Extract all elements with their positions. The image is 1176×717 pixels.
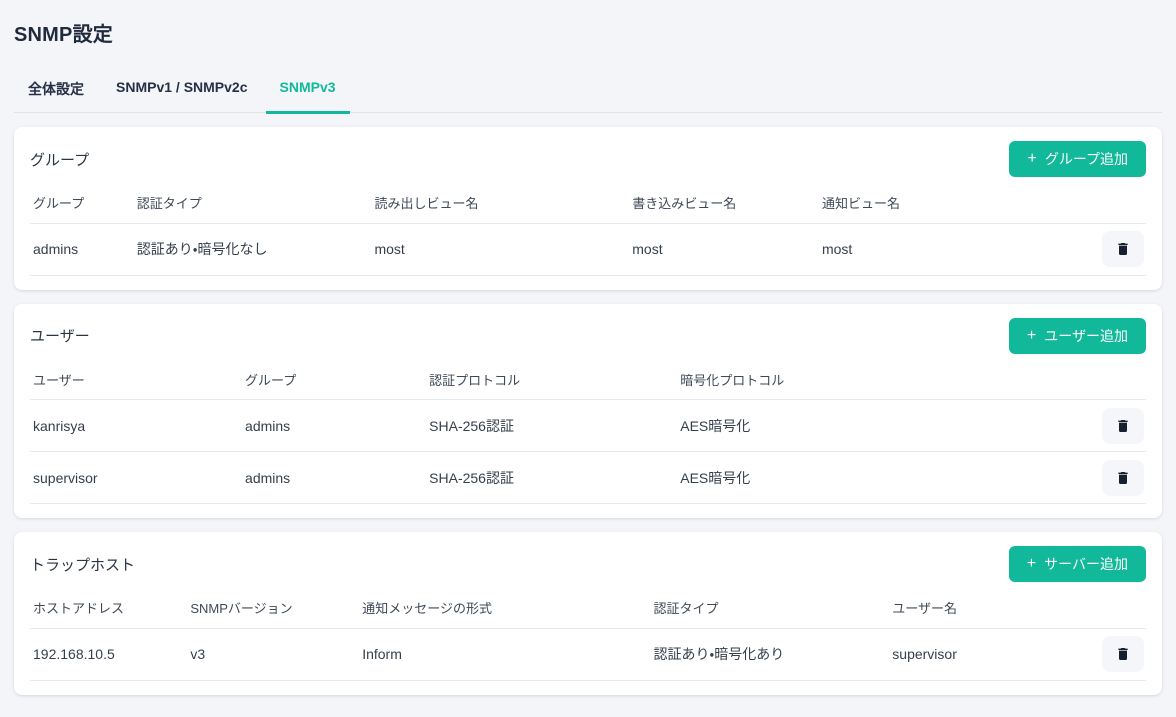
add-button-label: ユーザー追加 — [1044, 326, 1128, 346]
table-cell: SHA-256認証 — [426, 452, 677, 504]
column-header: 通知メッセージの形式 — [359, 588, 650, 628]
add-button-label: グループ追加 — [1045, 149, 1128, 169]
tab-bar: 全体設定SNMPv1 / SNMPv2cSNMPv3 — [14, 69, 1162, 113]
table-cell: AES暗号化 — [677, 452, 1090, 504]
column-header: SNMPバージョン — [187, 588, 359, 628]
action-cell — [1090, 628, 1146, 680]
column-header: 認証プロトコル — [426, 360, 677, 400]
column-header: ユーザー名 — [889, 588, 1090, 628]
table-cell: admins — [242, 400, 426, 452]
action-column-header — [1090, 588, 1146, 628]
table-header-row: グループ認証タイプ読み出しビュー名書き込みビュー名通知ビュー名 — [30, 183, 1146, 223]
column-header: 認証タイプ — [650, 588, 889, 628]
users-title: ユーザー — [30, 325, 90, 346]
action-cell — [1090, 400, 1146, 452]
column-header: ホストアドレス — [30, 588, 187, 628]
snmp-settings-page: SNMP設定 全体設定SNMPv1 / SNMPv2cSNMPv3 グループ+グ… — [0, 0, 1176, 717]
table-cell: 192.168.10.5 — [30, 628, 187, 680]
trap-hosts-table: ホストアドレスSNMPバージョン通知メッセージの形式認証タイプユーザー名192.… — [30, 588, 1146, 681]
users-table: ユーザーグループ認証プロトコル暗号化プロトコルkanrisyaadminsSHA… — [30, 360, 1146, 505]
action-cell — [1090, 223, 1146, 275]
table-cell: most — [629, 223, 819, 275]
trap-hosts-section: トラップホスト + サーバー追加ホストアドレスSNMPバージョン通知メッセージの形式… — [14, 532, 1162, 695]
column-header: グループ — [242, 360, 426, 400]
table-cell: AES暗号化 — [677, 400, 1090, 452]
table-row: kanrisyaadminsSHA-256認証AES暗号化 — [30, 400, 1146, 452]
plus-icon: + — [1027, 328, 1036, 344]
trash-icon — [1115, 240, 1131, 258]
action-cell — [1090, 452, 1146, 504]
card-head: グループ + グループ追加 — [30, 141, 1146, 177]
tab-snmpv1-snmpv2c[interactable]: SNMPv1 / SNMPv2c — [102, 69, 262, 114]
action-column-header — [1090, 183, 1146, 223]
table-cell: supervisor — [889, 628, 1090, 680]
delete-button[interactable] — [1102, 231, 1144, 267]
add-button-label: サーバー追加 — [1044, 554, 1128, 574]
card-head: ユーザー + ユーザー追加 — [30, 318, 1146, 354]
table-cell: 認証あり・暗号化なし — [134, 223, 372, 275]
table-cell: 認証あり・暗号化あり — [650, 628, 889, 680]
table-cell: admins — [242, 452, 426, 504]
cards-container: グループ+グループ追加グループ認証タイプ読み出しビュー名書き込みビュー名通知ビュ… — [14, 127, 1162, 695]
table-cell: SHA-256認証 — [426, 400, 677, 452]
groups-add-button[interactable]: + グループ追加 — [1009, 141, 1146, 177]
trap-hosts-add-button[interactable]: + サーバー追加 — [1009, 546, 1146, 582]
table-cell: supervisor — [30, 452, 242, 504]
table-row: supervisoradminsSHA-256認証AES暗号化 — [30, 452, 1146, 504]
trash-icon — [1115, 417, 1131, 435]
tab--[interactable]: 全体設定 — [14, 69, 98, 114]
plus-icon: + — [1027, 151, 1036, 167]
table-header-row: ユーザーグループ認証プロトコル暗号化プロトコル — [30, 360, 1146, 400]
users-add-button[interactable]: + ユーザー追加 — [1009, 318, 1146, 354]
trap-hosts-title: トラップホスト — [30, 554, 135, 575]
page-title: SNMP設定 — [14, 18, 1162, 47]
groups-table: グループ認証タイプ読み出しビュー名書き込みビュー名通知ビュー名admins認証あ… — [30, 183, 1146, 276]
table-row: 192.168.10.5v3Inform認証あり・暗号化ありsupervisor — [30, 628, 1146, 680]
users-section: ユーザー+ユーザー追加ユーザーグループ認証プロトコル暗号化プロトコルkanris… — [14, 304, 1162, 519]
plus-icon: + — [1027, 556, 1036, 572]
card-head: トラップホスト + サーバー追加 — [30, 546, 1146, 582]
groups-section: グループ+グループ追加グループ認証タイプ読み出しビュー名書き込みビュー名通知ビュ… — [14, 127, 1162, 290]
trash-icon — [1115, 469, 1131, 487]
column-header: 暗号化プロトコル — [677, 360, 1090, 400]
column-header: 認証タイプ — [134, 183, 372, 223]
table-row: admins認証あり・暗号化なしmostmostmost — [30, 223, 1146, 275]
tab-snmpv3[interactable]: SNMPv3 — [266, 69, 350, 114]
column-header: 読み出しビュー名 — [371, 183, 629, 223]
trash-icon — [1115, 645, 1131, 663]
column-header: グループ — [30, 183, 134, 223]
table-cell: admins — [30, 223, 134, 275]
action-column-header — [1090, 360, 1146, 400]
table-cell: Inform — [359, 628, 650, 680]
table-cell: v3 — [187, 628, 359, 680]
column-header: 書き込みビュー名 — [629, 183, 819, 223]
delete-button[interactable] — [1102, 408, 1144, 444]
column-header: ユーザー — [30, 360, 242, 400]
column-header: 通知ビュー名 — [819, 183, 1090, 223]
delete-button[interactable] — [1102, 460, 1144, 496]
table-cell: kanrisya — [30, 400, 242, 452]
groups-title: グループ — [30, 149, 89, 170]
table-cell: most — [371, 223, 629, 275]
table-header-row: ホストアドレスSNMPバージョン通知メッセージの形式認証タイプユーザー名 — [30, 588, 1146, 628]
delete-button[interactable] — [1102, 636, 1144, 672]
table-cell: most — [819, 223, 1090, 275]
